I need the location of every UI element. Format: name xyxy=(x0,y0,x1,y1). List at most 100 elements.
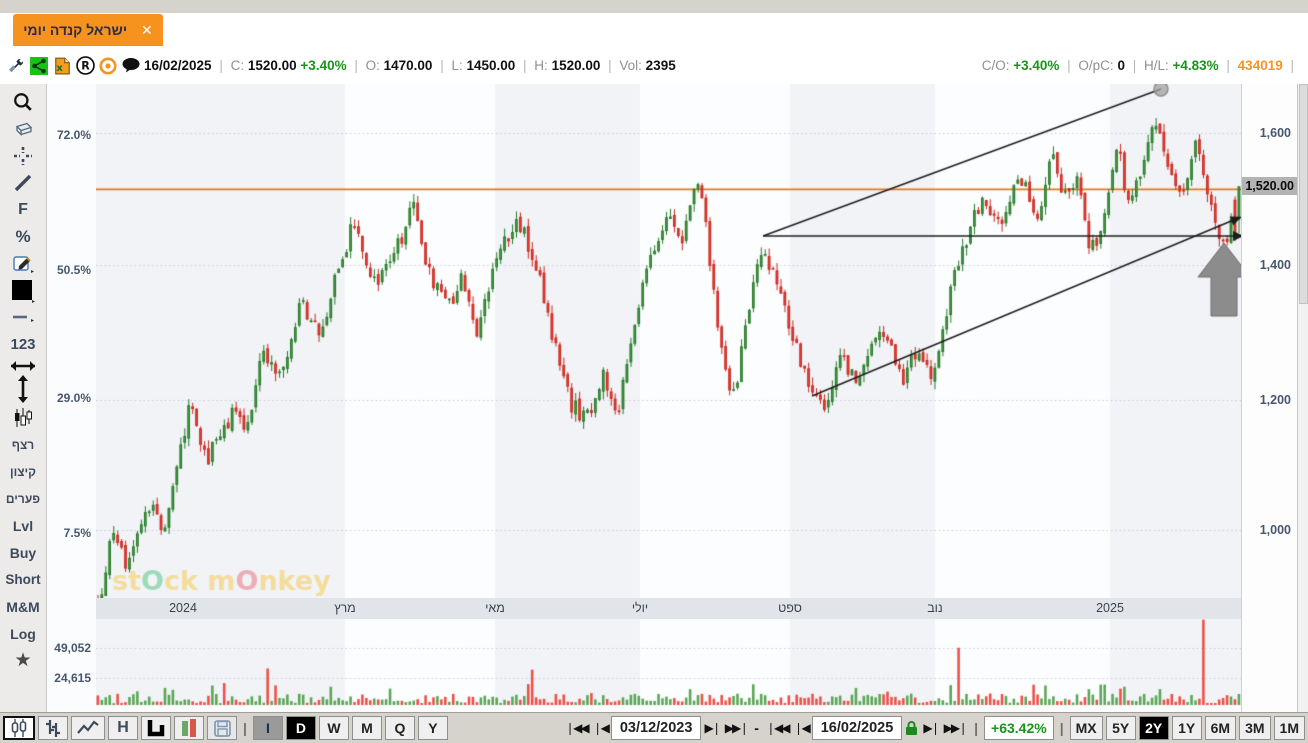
volume-axis-label: 24,615 xyxy=(54,671,91,685)
range-button-6M[interactable]: 6M xyxy=(1204,716,1237,740)
sidebar-item-short[interactable]: Short xyxy=(3,566,43,593)
trendline-tool-icon[interactable] xyxy=(3,169,43,196)
candle-pattern-icon[interactable] xyxy=(3,404,43,431)
start-next-button[interactable]: ▶❘ xyxy=(702,721,721,735)
month-axis-label: מרץ xyxy=(334,601,356,615)
interval-buttons: IDWMQY xyxy=(252,716,448,740)
horizontal-measure-icon[interactable] xyxy=(3,358,43,374)
info-segment: 1520.00 xyxy=(247,58,301,73)
info-segment: | xyxy=(1132,58,1140,73)
favorite-star-icon[interactable]: ★ xyxy=(3,647,43,674)
sidebar-item-buy[interactable]: Buy xyxy=(3,539,43,566)
sidebar-item-extremes[interactable]: קיצון xyxy=(3,458,43,485)
charting-app-window: ישראל קנדה יומי ✕ x R 16/02/2025 | C: 15… xyxy=(0,0,1308,743)
range-button-3M[interactable]: 3M xyxy=(1239,716,1271,740)
range-buttons: MX 5Y 2Y 1Y 6M 3M 1M xyxy=(1069,716,1305,740)
color-swatch-tool[interactable] xyxy=(3,277,43,304)
target-icon[interactable] xyxy=(98,56,118,76)
symbol-tab-title: ישראל קנדה יומי xyxy=(23,22,128,38)
toolbar-divider: | xyxy=(243,720,247,736)
price-chart-plot[interactable]: 2024 מרץ מאי יולי ספט נוב 2025 xyxy=(96,84,1241,712)
range-button-1M[interactable]: 1M xyxy=(1273,716,1305,740)
chart-type-histogram-button[interactable] xyxy=(174,716,204,740)
interval-button-W[interactable]: W xyxy=(318,716,349,740)
extremes-label: קיצון xyxy=(10,464,37,479)
volume-axis-label: 49,052 xyxy=(54,641,91,655)
vertical-scrollbar[interactable] xyxy=(1297,84,1308,712)
end-date-field[interactable]: 16/02/2025 xyxy=(811,716,903,740)
range-button-2Y[interactable]: 2Y xyxy=(1138,716,1169,740)
info-segment: 1470.00 xyxy=(383,58,437,73)
interval-button-Y[interactable]: Y xyxy=(417,716,448,740)
sidebar-item-log[interactable]: Log xyxy=(3,620,43,647)
info-segment: H/L: xyxy=(1143,58,1173,73)
info-segment: | xyxy=(354,58,362,73)
tools-icon[interactable] xyxy=(6,56,26,76)
date-axis-band[interactable]: 2024 מרץ מאי יולי ספט נוב 2025 xyxy=(96,598,1241,619)
price-axis-label: 1,400 xyxy=(1259,258,1291,272)
tab-close-icon[interactable]: ✕ xyxy=(141,23,153,37)
chart-type-bracket-button[interactable] xyxy=(141,716,171,740)
sidebar-item-levels[interactable]: Lvl xyxy=(3,512,43,539)
sidebar-item-mm[interactable]: M&M xyxy=(3,593,43,620)
excel-export-icon[interactable]: x xyxy=(52,56,72,76)
info-segment: Vol: xyxy=(619,58,646,73)
sidebar-item-sequence[interactable]: רצף xyxy=(3,431,43,458)
window-top-strip xyxy=(0,0,1308,14)
comment-icon[interactable] xyxy=(121,56,141,76)
start-first-button[interactable]: ❘◀◀ xyxy=(563,721,590,735)
share-icon[interactable] xyxy=(29,56,49,76)
interval-button-I[interactable]: I xyxy=(252,716,283,740)
zoom-tool-icon[interactable] xyxy=(3,88,43,115)
end-next-button[interactable]: ▶❘ xyxy=(921,721,940,735)
short-label: Short xyxy=(5,572,41,587)
info-segment: +3.40% xyxy=(1013,58,1064,73)
month-axis-label: נוב xyxy=(927,601,943,615)
info-segment: | xyxy=(1067,58,1075,73)
chart-type-line-button[interactable] xyxy=(71,716,105,740)
annotate-tool-icon[interactable] xyxy=(3,250,43,277)
start-last-button[interactable]: ▶▶❘ xyxy=(723,721,750,735)
percent-axis-label: 29.0% xyxy=(56,391,91,405)
info-segment: C: xyxy=(230,58,248,73)
svg-text:x: x xyxy=(56,63,63,74)
end-last-button[interactable]: ▶▶❘ xyxy=(942,721,969,735)
numbers-label: 123 xyxy=(10,336,36,353)
interval-button-Q[interactable]: Q xyxy=(384,716,415,740)
eraser-tool-icon[interactable] xyxy=(3,115,43,142)
percent-tool[interactable]: % xyxy=(3,223,43,250)
range-button-5Y[interactable]: 5Y xyxy=(1105,716,1136,740)
price-axis[interactable]: 1,520.00 1,600 1,400 1,200 1,000 xyxy=(1241,84,1298,712)
info-segment: | xyxy=(1290,58,1294,73)
star-glyph: ★ xyxy=(14,650,32,671)
registered-icon[interactable]: R xyxy=(75,56,95,76)
crosshair-tool-icon[interactable] xyxy=(3,142,43,169)
chart-type-candlestick-button[interactable] xyxy=(3,716,35,740)
range-button-MX[interactable]: MX xyxy=(1069,716,1103,740)
save-button[interactable] xyxy=(207,716,237,740)
start-date-field[interactable]: 03/12/2023 xyxy=(610,716,702,740)
interval-button-M[interactable]: M xyxy=(351,716,382,740)
chart-type-heikin-button[interactable]: H xyxy=(108,716,138,740)
numbers-tool[interactable]: 123 xyxy=(3,331,43,358)
line-style-tool[interactable] xyxy=(3,304,43,331)
symbol-tab[interactable]: ישראל קנדה יומי ✕ xyxy=(13,14,163,46)
sidebar-item-gaps[interactable]: פערים xyxy=(3,485,43,512)
start-prev-button[interactable]: ❘◀ xyxy=(591,721,610,735)
range-change-percent: +63.42% xyxy=(984,716,1054,740)
end-prev-button[interactable]: ❘◀ xyxy=(791,721,810,735)
sequence-label: רצף xyxy=(11,437,35,452)
vertical-scrollbar-thumb[interactable] xyxy=(1299,84,1308,304)
quote-info-left: x R 16/02/2025 | C: 1520.00 +3.40% | O: … xyxy=(0,56,676,76)
info-segment: 2395 xyxy=(645,58,676,73)
vertical-measure-icon[interactable] xyxy=(3,374,43,404)
interval-button-D[interactable]: D xyxy=(285,716,316,740)
tab-strip: ישראל קנדה יומי ✕ xyxy=(0,13,1308,47)
chart-workspace: F % 123 רצף קיצון פערים Lvl Buy Short M&… xyxy=(0,84,1308,712)
buy-label: Buy xyxy=(9,544,37,561)
end-first-button[interactable]: ❘◀◀ xyxy=(764,721,791,735)
lock-icon[interactable] xyxy=(905,720,918,736)
range-button-1Y[interactable]: 1Y xyxy=(1171,716,1202,740)
fibonacci-tool[interactable]: F xyxy=(3,196,43,223)
chart-type-bars-button[interactable] xyxy=(38,716,68,740)
